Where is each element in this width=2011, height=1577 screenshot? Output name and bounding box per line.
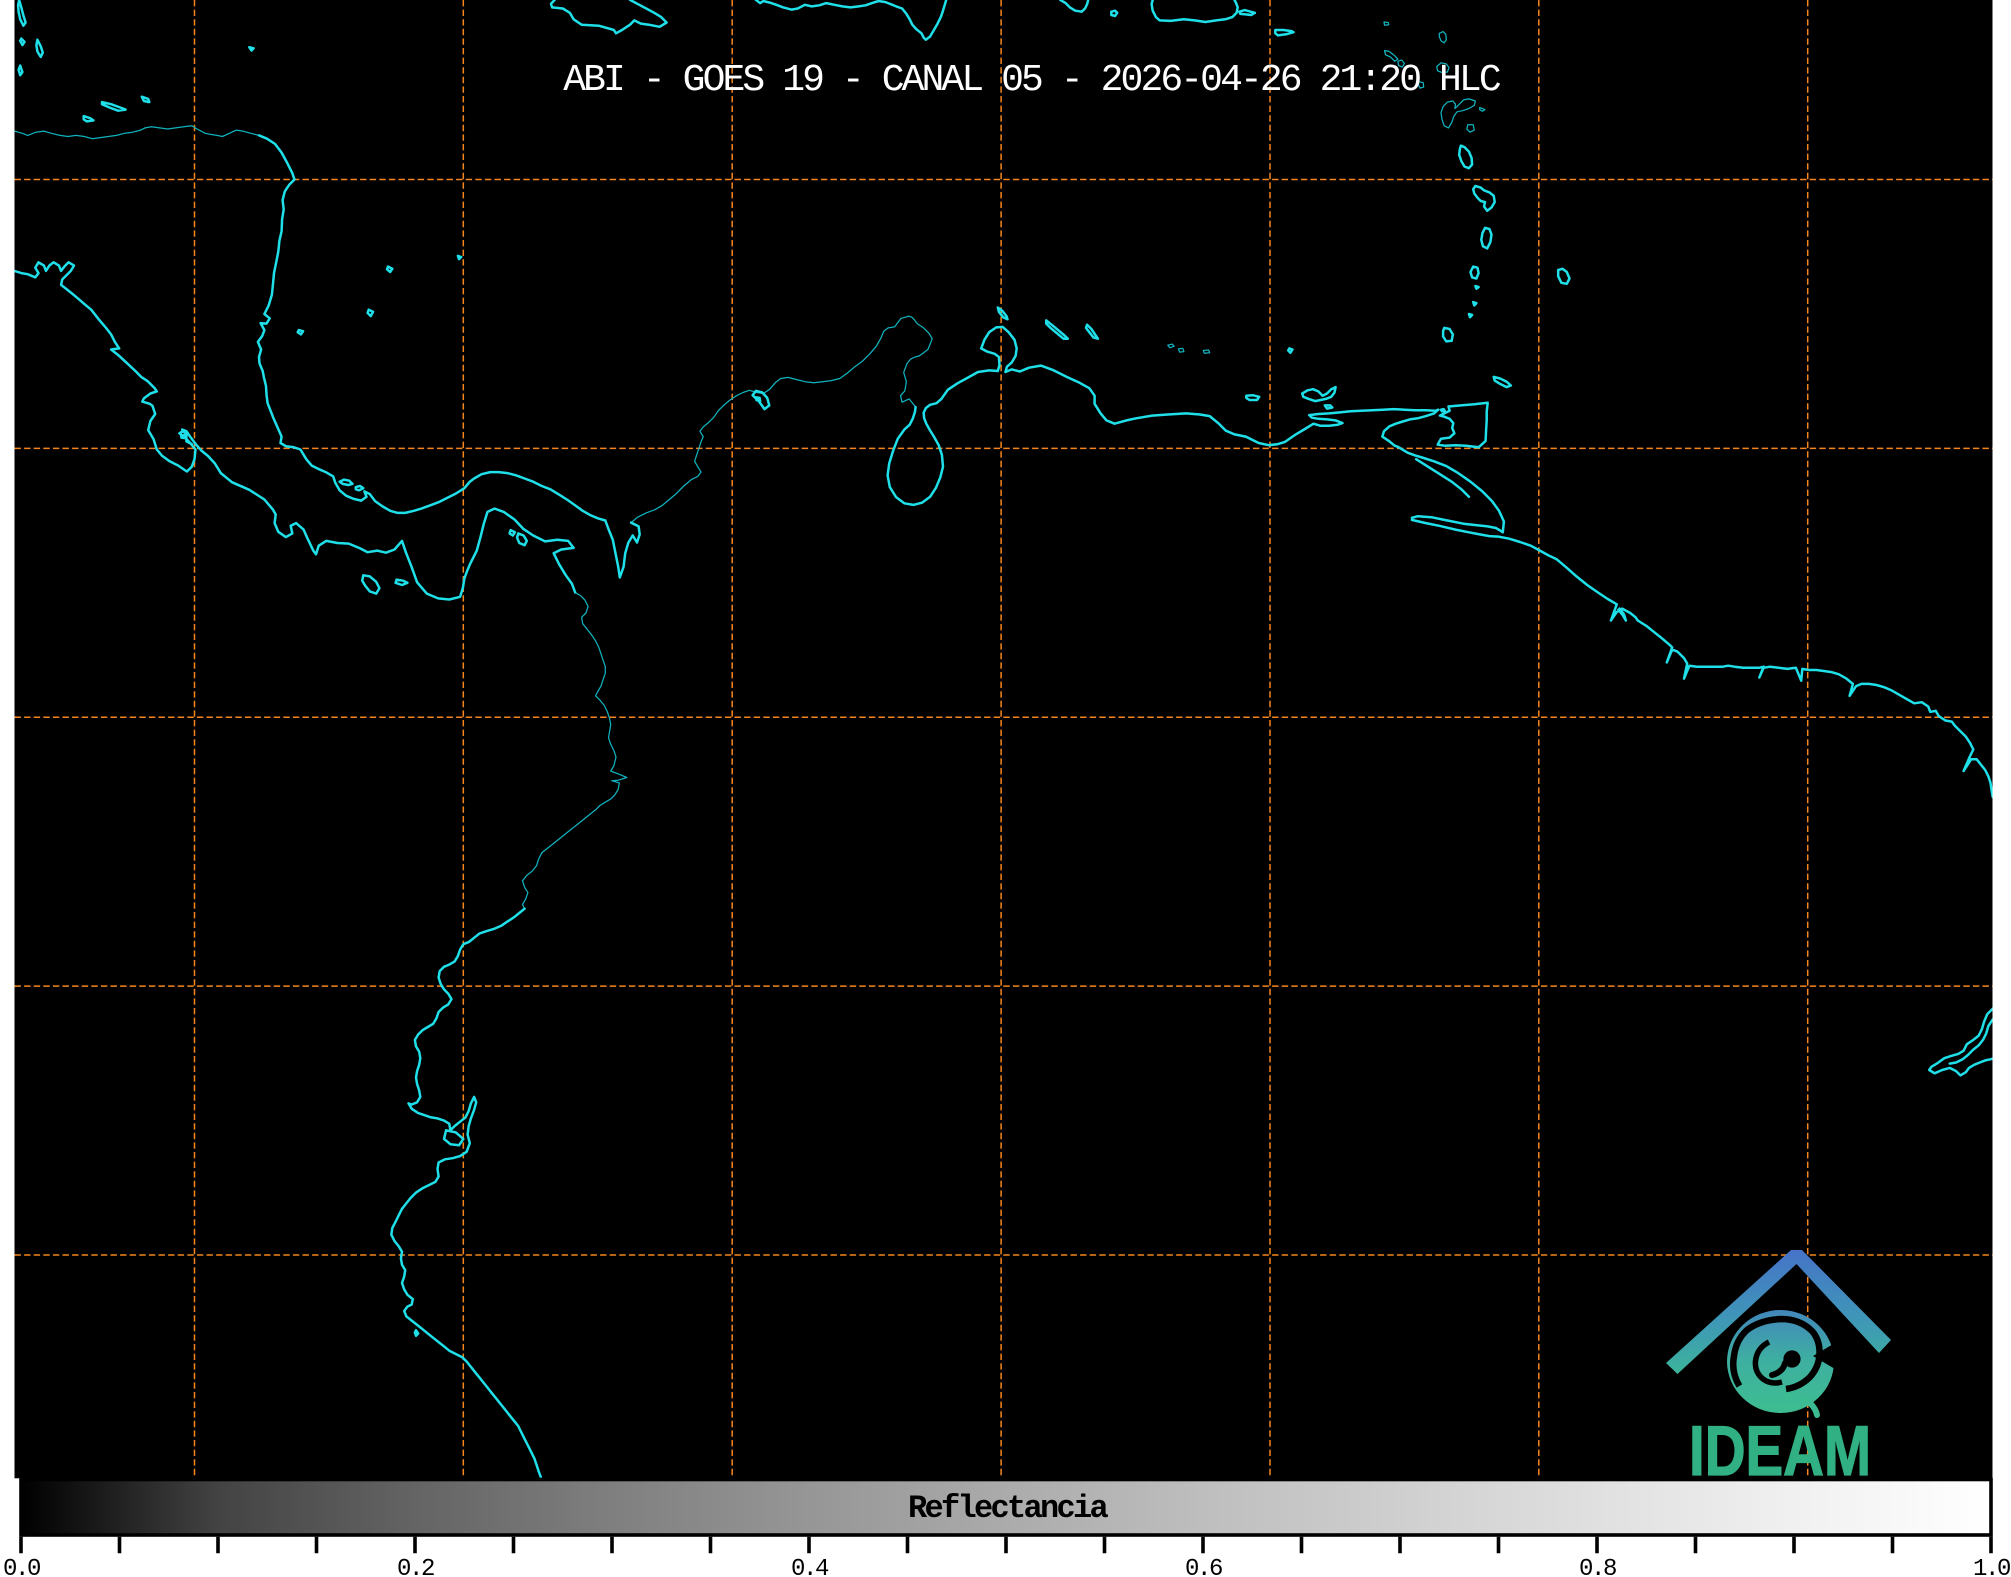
svg-text:0.6: 0.6 <box>1185 1556 1222 1577</box>
svg-text:0.0: 0.0 <box>3 1556 40 1577</box>
svg-text:Reflectancia: Reflectancia <box>908 1490 1109 1527</box>
svg-text:1.0: 1.0 <box>1973 1556 2010 1577</box>
svg-text:ABI - GOES 19 - CANAL 05 - 202: ABI - GOES 19 - CANAL 05 - 2026-04-26 21… <box>563 59 1501 102</box>
svg-text:0.8: 0.8 <box>1579 1556 1616 1577</box>
svg-text:0.4: 0.4 <box>791 1556 829 1577</box>
svg-text:0.2: 0.2 <box>397 1556 434 1577</box>
